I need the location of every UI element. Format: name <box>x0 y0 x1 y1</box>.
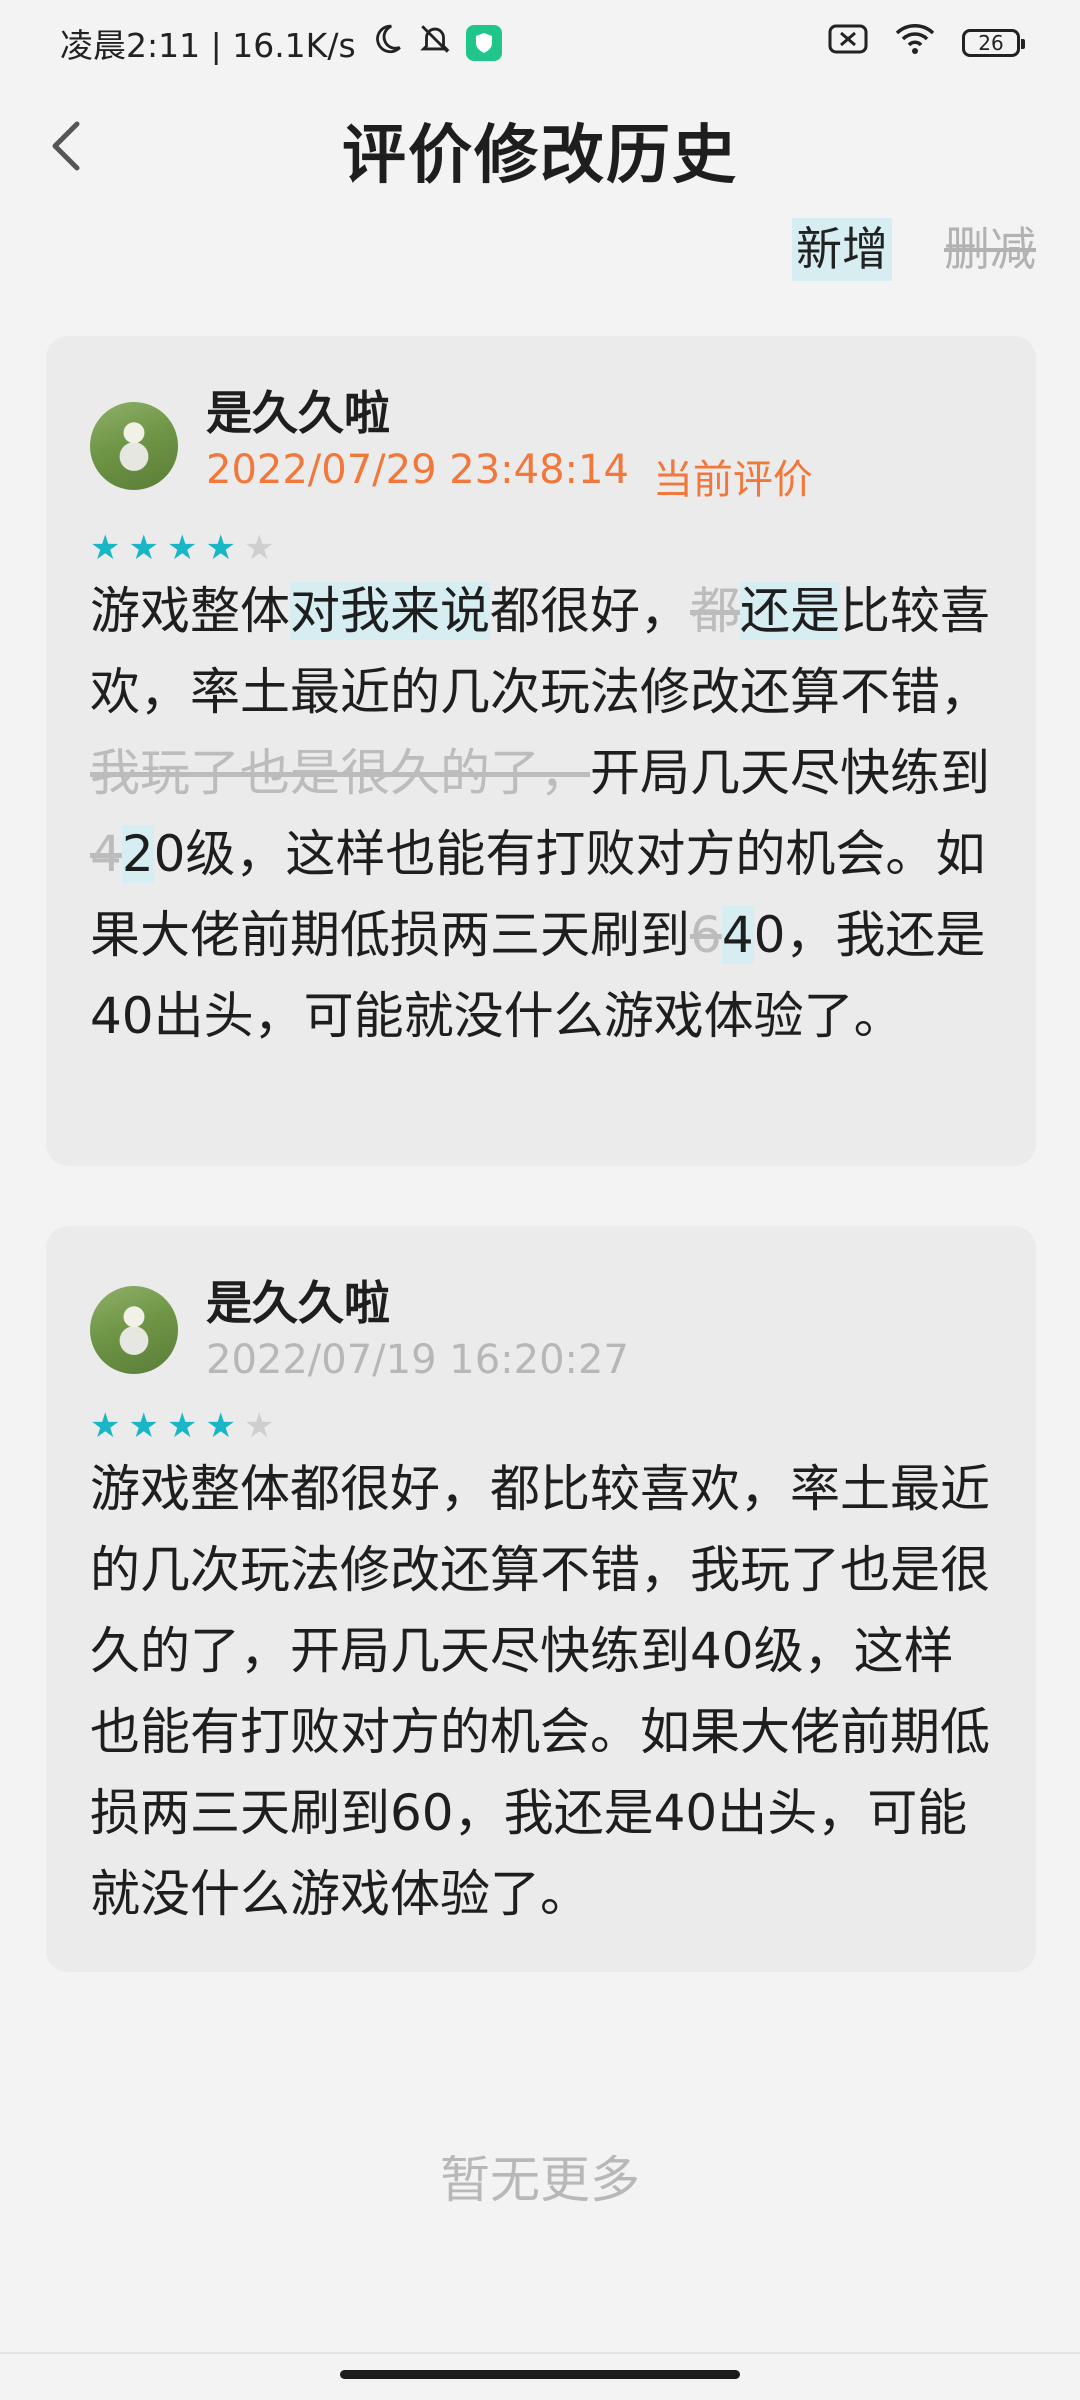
user-row: 是久久啦 2022/07/29 23:48:14 当前评价 <box>90 386 992 505</box>
review-text-segment: 游戏整体 <box>90 582 290 641</box>
review-datetime: 2022/07/29 23:48:14 <box>206 447 629 494</box>
username: 是久久啦 <box>206 1276 390 1330</box>
user-meta: 是久久啦 2022/07/19 16:20:27 <box>206 1276 629 1383</box>
time-line: 2022/07/19 16:20:27 <box>206 1337 629 1383</box>
added-text: 4 <box>721 906 754 965</box>
review-card-current: 是久久啦 2022/07/29 23:48:14 当前评价 ★ ★ ★ ★ ★ 游戏整体… <box>46 336 1036 1166</box>
bell-off-icon <box>418 22 452 64</box>
header: 评价修改历史 <box>0 86 1080 206</box>
deleted-text: 我玩了也是很久的了， <box>90 744 590 803</box>
star-filled-icon: ★ <box>128 1406 159 1447</box>
status-bar: 凌晨2:11 | 16.1K/s 26 <box>0 0 1080 86</box>
user-meta: 是久久啦 2022/07/29 23:48:14 当前评价 <box>206 386 813 505</box>
current-review-tag: 当前评价 <box>652 457 813 504</box>
diff-legend: 新增 删减 <box>792 218 1036 282</box>
review-text-segment: 开局几天尽快练到 <box>590 744 990 803</box>
divider <box>0 2352 1080 2354</box>
star-rating: ★ ★ ★ ★ ★ <box>90 1409 992 1443</box>
review-text: 游戏整体对我来说都很好，都还是比较喜欢，率土最近的几次玩法修改还算不错，我玩了也… <box>90 571 992 1057</box>
sim-disabled-icon <box>828 23 868 63</box>
screen: 凌晨2:11 | 16.1K/s 26 评价修改历史 新增 删减 是久久啦 20… <box>0 0 1080 2400</box>
deleted-text: 都 <box>690 582 740 641</box>
time-line: 2022/07/29 23:48:14 当前评价 <box>206 447 813 505</box>
review-text: 游戏整体都很好，都比较喜欢，率土最近的几次玩法修改还算不错，我玩了也是很久的了，… <box>90 1449 992 1935</box>
review-card-previous: 是久久啦 2022/07/19 16:20:27 ★ ★ ★ ★ ★ 游戏整体都很好，都… <box>46 1226 1036 1972</box>
wifi-icon <box>894 23 936 63</box>
star-empty-icon: ★ <box>243 1406 275 1447</box>
username: 是久久啦 <box>206 386 390 440</box>
shield-app-icon <box>465 25 502 61</box>
star-filled-icon: ★ <box>166 528 198 569</box>
battery-indicator: 26 <box>962 29 1025 57</box>
added-text: 2 <box>121 825 154 884</box>
star-filled-icon: ★ <box>205 1406 236 1447</box>
review-text-segment: 游戏整体都很好，都比较喜欢，率土最近的几次玩法修改还算不错，我玩了也是很久的了，… <box>90 1460 990 1924</box>
deleted-text: 6 <box>690 906 722 965</box>
user-row: 是久久啦 2022/07/19 16:20:27 <box>90 1276 992 1383</box>
review-datetime: 2022/07/19 16:20:27 <box>206 1337 629 1384</box>
star-filled-icon: ★ <box>205 528 236 569</box>
added-text: 还是 <box>740 582 840 641</box>
status-right: 26 <box>828 23 1025 63</box>
star-filled-icon: ★ <box>90 1406 121 1447</box>
no-more-label: 暂无更多 <box>440 2151 640 2209</box>
review-text-segment: 都很好， <box>490 582 690 641</box>
page-title: 评价修改历史 <box>342 119 738 193</box>
moon-icon <box>370 22 404 64</box>
status-left: 凌晨2:11 | 16.1K/s <box>60 19 502 67</box>
deleted-text: 4 <box>90 825 122 884</box>
added-text: 对我来说 <box>290 582 490 641</box>
star-filled-icon: ★ <box>90 528 121 569</box>
avatar[interactable] <box>90 401 178 490</box>
star-rating: ★ ★ ★ ★ ★ <box>90 531 992 565</box>
status-time-speed: 凌晨2:11 | 16.1K/s <box>60 26 356 65</box>
home-indicator[interactable] <box>340 2370 740 2379</box>
avatar[interactable] <box>90 1285 178 1374</box>
legend-deleted: 删减 <box>944 222 1036 276</box>
star-empty-icon: ★ <box>243 528 275 569</box>
star-filled-icon: ★ <box>128 528 159 569</box>
legend-added: 新增 <box>792 218 892 282</box>
star-filled-icon: ★ <box>166 1406 198 1447</box>
